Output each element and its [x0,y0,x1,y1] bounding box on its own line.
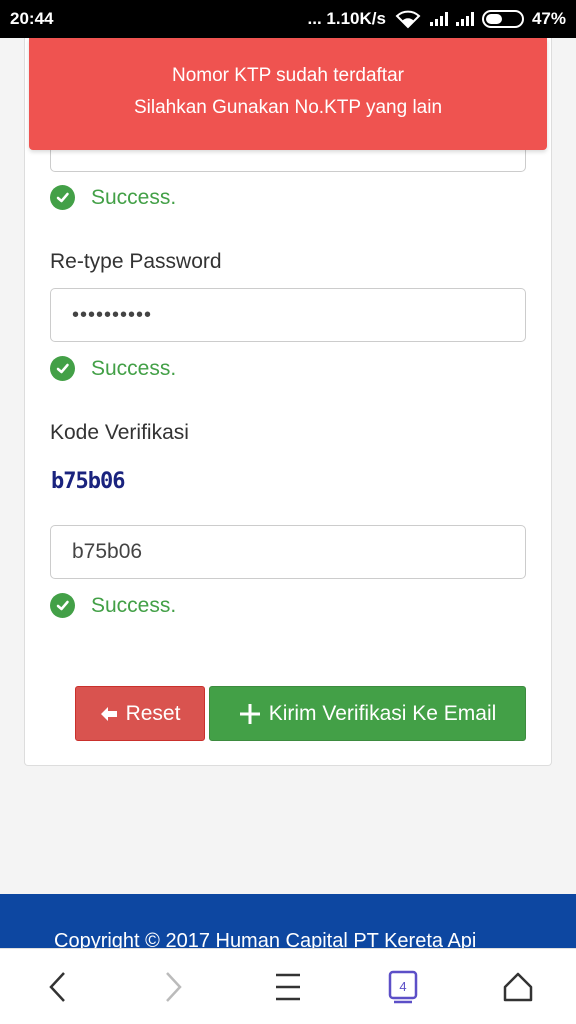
send-verification-label: Kirim Verifikasi Ke Email [268,701,497,725]
tabs-button[interactable]: 4 [373,957,433,1017]
check-circle-icon [50,185,75,210]
retype-password-input[interactable]: •••••••••• [50,288,526,342]
check-circle-icon [50,356,75,381]
check-circle-icon [50,593,75,618]
status-time: 20:44 [10,9,54,28]
wifi-icon [395,10,421,29]
back-icon [48,971,65,1002]
forward-button[interactable] [143,957,203,1017]
forward-icon [165,971,182,1002]
arrow-left-icon [100,706,117,721]
home-button[interactable] [488,957,548,1017]
retype-password-success-text: Success. [91,356,177,380]
verification-input[interactable]: b75b06 [50,525,526,579]
password-success-text: Success. [91,185,177,209]
battery-level [485,14,502,24]
retype-password-label: Re-type Password [50,250,222,273]
status-right: ... 1.10K/s 47% [308,9,566,29]
retype-password-value: •••••••••• [72,303,153,326]
home-icon [504,972,533,1001]
verification-success: Success. [50,593,176,618]
reset-button-label: Reset [125,701,181,725]
browser-nav-bar: 4 [0,948,576,1024]
menu-icon [275,973,300,1000]
tabs-icon: 4 [388,970,418,1003]
footer-copyright: Copyright © 2017 Human Capital PT Kereta… [54,930,477,948]
battery-icon [481,10,524,28]
verification-input-value: b75b06 [72,540,143,563]
retype-password-success: Success. [50,356,176,381]
battery-percent: 47% [531,9,566,28]
signal-icon [429,12,448,26]
signal-icon-2 [455,12,474,26]
alert-line-1: Nomor KTP sudah terdaftar [172,65,404,86]
password-success: Success. [50,185,176,210]
status-bar: 20:44 ... 1.10K/s 47% [0,0,576,38]
menu-button[interactable] [258,957,318,1017]
network-speed: ... 1.10K/s [307,9,386,28]
plus-icon [239,703,260,724]
verification-label: Kode Verifikasi [50,421,189,444]
alert-line-2: Silahkan Gunakan No.KTP yang lain [133,97,443,118]
footer: Copyright © 2017 Human Capital PT Kereta… [0,894,576,948]
send-verification-button[interactable]: Kirim Verifikasi Ke Email [209,686,526,741]
reset-button[interactable]: Reset [75,686,205,741]
back-button[interactable] [28,957,88,1017]
captcha-image: b75b06 [51,469,125,494]
tab-count: 4 [400,979,407,994]
verification-success-text: Success. [91,593,177,617]
error-alert: Nomor KTP sudah terdaftar Silahkan Gunak… [29,38,547,150]
